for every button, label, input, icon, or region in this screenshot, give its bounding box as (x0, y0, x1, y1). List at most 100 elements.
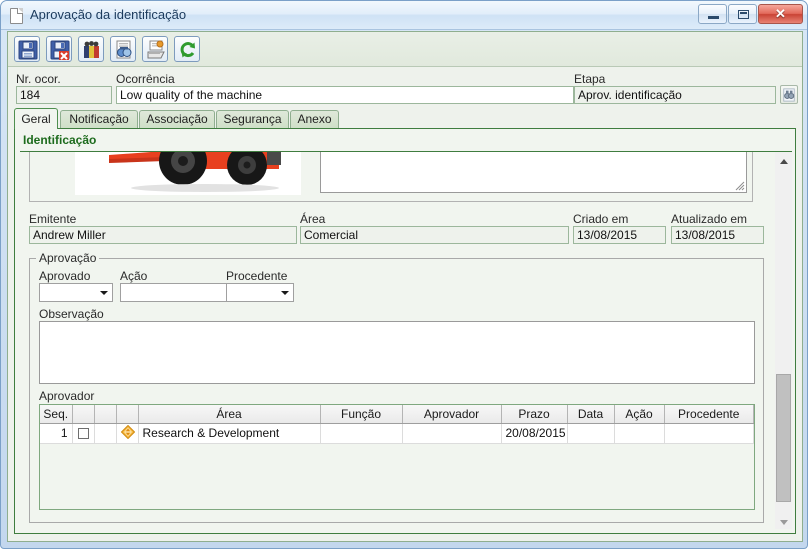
column-seq[interactable]: Seq. (40, 405, 73, 424)
window-controls: ✕ (698, 4, 803, 24)
section-title: Identificação (23, 133, 97, 147)
search-document-button[interactable] (110, 36, 136, 62)
table-header-row: Seq. Área Função Aprovador Prazo Data Aç… (40, 405, 754, 424)
search-document-icon (116, 40, 132, 59)
etapa-input[interactable]: Aprov. identificação (574, 86, 776, 104)
cell-funcao (320, 423, 403, 444)
window-title: Aprovação da identificação (30, 7, 187, 22)
refresh-button[interactable] (174, 36, 200, 62)
column-status[interactable] (116, 405, 139, 424)
cell-prazo: 20/08/2015 (501, 423, 568, 444)
chevron-down-icon (277, 285, 292, 300)
cell-blank1 (94, 423, 117, 444)
aprovado-label: Aprovado (39, 269, 91, 283)
column-blank1[interactable] (94, 405, 117, 424)
cell-status-icon[interactable] (116, 423, 139, 444)
tab-strip: Geral Notificação Associação Segurança A… (14, 108, 796, 129)
form-bottom-strip (14, 535, 796, 541)
tab-notificacao[interactable]: Notificação (60, 110, 138, 129)
close-button[interactable]: ✕ (758, 4, 803, 24)
cell-aprovador (402, 423, 502, 444)
atualizado-em-label: Atualizado em (671, 212, 748, 226)
row-checkbox[interactable] (77, 428, 89, 440)
tab-geral[interactable]: Geral (14, 108, 58, 129)
column-check[interactable] (72, 405, 95, 424)
application-window: Aprovação da identificação ✕ Nr. ocor. 1… (0, 0, 808, 549)
save-icon (18, 40, 38, 60)
chevron-down-icon (96, 285, 111, 300)
vertical-scrollbar[interactable] (775, 152, 792, 529)
area-label: Área (300, 212, 326, 226)
description-textarea[interactable] (320, 152, 747, 193)
maximize-button[interactable] (728, 4, 757, 24)
ocorrencia-label: Ocorrência (116, 72, 175, 86)
refresh-icon (180, 42, 195, 58)
minimize-button[interactable] (698, 4, 727, 24)
column-acao[interactable]: Ação (614, 405, 665, 424)
chevron-up-icon (780, 159, 788, 164)
scroll-up-button[interactable] (775, 152, 792, 169)
column-area[interactable]: Área (138, 405, 321, 424)
column-prazo[interactable]: Prazo (501, 405, 568, 424)
grid-empty-space (40, 444, 754, 509)
tab-anexo[interactable]: Anexo (290, 110, 339, 129)
tab-page-geral: Identificação Emitente Andrew Miller Áre… (14, 128, 796, 534)
scrollbar-thumb[interactable] (776, 374, 791, 502)
aprovacao-group: Aprovação Aprovado Ação Procedente Obser… (29, 251, 764, 523)
cell-checkbox[interactable] (72, 423, 95, 444)
cell-seq: 1 (40, 423, 73, 444)
column-data[interactable]: Data (567, 405, 615, 424)
identification-panel (29, 152, 753, 202)
emitente-input[interactable]: Andrew Miller (29, 226, 297, 244)
document-icon (10, 8, 23, 24)
forklift-image (75, 152, 301, 195)
title-bar: Aprovação da identificação ✕ (1, 1, 807, 30)
scroll-down-button[interactable] (775, 513, 792, 529)
ocorrencia-input[interactable]: Low quality of the machine (116, 86, 574, 104)
column-funcao[interactable]: Função (320, 405, 403, 424)
aprovador-table: Seq. Área Função Aprovador Prazo Data Aç… (40, 405, 754, 444)
area-input[interactable]: Comercial (300, 226, 569, 244)
tab-seguranca[interactable]: Segurança (216, 110, 289, 129)
acao-label: Ação (120, 269, 148, 283)
tab-associacao[interactable]: Associação (139, 110, 215, 129)
orange-diamond-icon (120, 424, 135, 439)
cell-procedente (664, 423, 754, 444)
forklift-illustration (75, 152, 301, 195)
form-content: Emitente Andrew Miller Área Comercial Cr… (20, 152, 775, 529)
column-aprovador[interactable]: Aprovador (402, 405, 502, 424)
form-client-area: Nr. ocor. 184 Ocorrência Low quality of … (7, 31, 803, 542)
observacao-textarea[interactable] (39, 321, 755, 384)
etapa-label: Etapa (574, 72, 606, 86)
attachments-button[interactable] (78, 36, 104, 62)
binoculars-icon (783, 88, 795, 102)
resize-grip-icon (735, 181, 745, 191)
etapa-lookup-button[interactable] (780, 85, 798, 104)
nr-ocor-label: Nr. ocor. (16, 72, 61, 86)
table-row[interactable]: 1 Research & Development 20/08/2015 (40, 423, 754, 444)
criado-em-input[interactable]: 13/08/2015 (573, 226, 666, 244)
chevron-down-icon (780, 520, 788, 525)
column-procedente[interactable]: Procedente (664, 405, 754, 424)
nr-ocor-input[interactable]: 184 (16, 86, 112, 104)
toolbar (8, 32, 802, 67)
save-button[interactable] (14, 36, 40, 62)
aprovado-select[interactable] (39, 283, 113, 302)
print-button[interactable] (142, 36, 168, 62)
emitente-label: Emitente (29, 212, 77, 226)
cell-area: Research & Development (138, 423, 321, 444)
observacao-label: Observação (39, 307, 104, 321)
aprovador-grid[interactable]: Seq. Área Função Aprovador Prazo Data Aç… (39, 404, 755, 510)
save-close-icon (50, 40, 70, 60)
save-and-close-button[interactable] (46, 36, 72, 62)
aprovador-group-title: Aprovador (39, 389, 95, 403)
attachments-icon (84, 41, 99, 58)
procedente-select[interactable] (226, 283, 294, 302)
close-icon: ✕ (775, 6, 786, 21)
form-scroll-host: Emitente Andrew Miller Área Comercial Cr… (20, 151, 792, 529)
procedente-label: Procedente (226, 269, 288, 283)
acao-select[interactable] (120, 283, 239, 302)
atualizado-em-input[interactable]: 13/08/2015 (671, 226, 764, 244)
minimize-icon (708, 16, 719, 19)
cell-data (567, 423, 615, 444)
